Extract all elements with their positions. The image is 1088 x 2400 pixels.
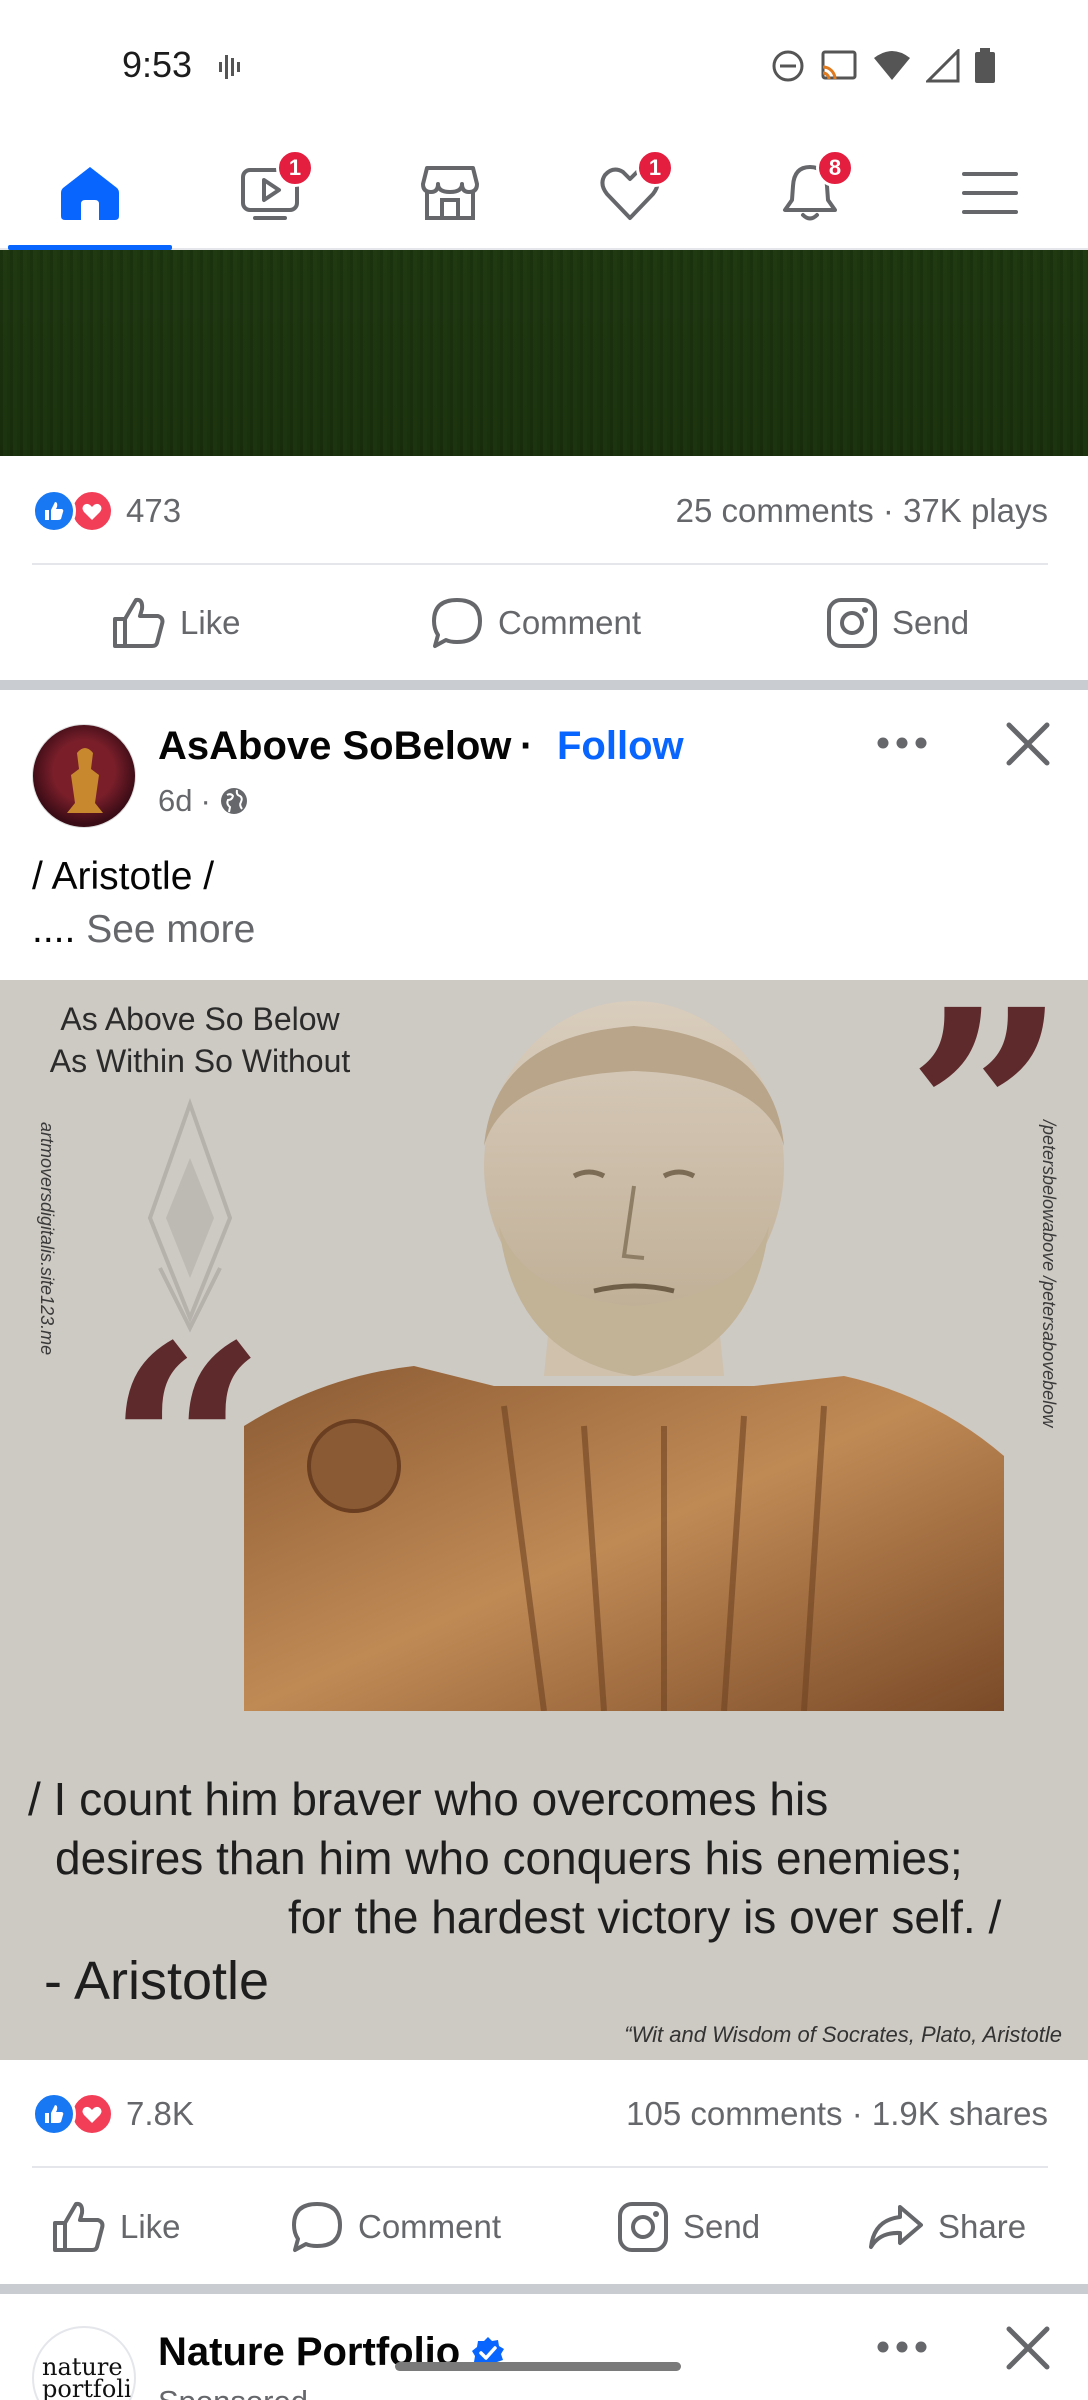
instagram-send-icon: [618, 2202, 668, 2252]
separator-dot: ·: [851, 2095, 872, 2132]
tab-menu[interactable]: [900, 135, 1080, 250]
home-icon: [61, 166, 119, 220]
close-icon: [1006, 2326, 1050, 2370]
share-label: Share: [938, 2208, 1027, 2245]
share-icon: [869, 2205, 923, 2249]
post3-subtitle: Sponsored: [158, 2384, 308, 2400]
reaction-icons[interactable]: [32, 489, 116, 533]
post-image[interactable]: As Above So Below As Within So Without a…: [0, 980, 1088, 2060]
post2-reactions-row: 7.8K 105 comments · 1.9K shares: [32, 2084, 1048, 2144]
more-dots-icon: [877, 2341, 927, 2353]
post-author-name[interactable]: AsAbove SoBelow: [158, 724, 511, 769]
author-avatar[interactable]: [32, 724, 136, 828]
tab-home[interactable]: [0, 135, 180, 250]
tab-marketplace[interactable]: [360, 135, 540, 250]
hamburger-menu-icon: [962, 171, 1018, 214]
see-more-link[interactable]: See more: [86, 908, 255, 951]
quote-line-2: desires than him who conquers his enemie…: [55, 1832, 963, 1884]
post1-like-button[interactable]: Like: [112, 568, 241, 678]
dnd-icon: [772, 50, 804, 82]
post2-share-button[interactable]: Share: [868, 2172, 1026, 2282]
comment-icon: [292, 2202, 342, 2252]
divider: [32, 2166, 1048, 2168]
like-reaction-icon: [32, 2092, 76, 2136]
post2-actions: Like Comment Send Share: [0, 2172, 1088, 2282]
status-icons: [770, 48, 996, 84]
love-reaction-icon: [70, 2092, 114, 2136]
post1-reactions-row: 473 25 comments · 37K plays: [32, 481, 1048, 541]
divider: [32, 563, 1048, 565]
post-time[interactable]: 6d: [158, 783, 192, 819]
quote-line-3: for the hardest victory is over self. /: [288, 1891, 1002, 1943]
quote-line-1: / I count him braver who overcomes his: [28, 1773, 829, 1825]
post1-reaction-count[interactable]: 473: [126, 492, 181, 530]
wifi-icon: [874, 51, 910, 80]
post2-comment-button[interactable]: Comment: [290, 2172, 501, 2282]
quote-source: “Wit and Wisdom of Socrates, Plato, Aris…: [624, 2022, 1062, 2047]
instagram-send-icon: [827, 598, 877, 648]
separator-dot: ·: [520, 724, 534, 768]
see-more-line: .... See more: [32, 908, 255, 952]
like-label: Like: [120, 2208, 181, 2245]
like-icon: [113, 597, 165, 648]
nature-portfolio-avatar[interactable]: nature portfolio: [32, 2326, 136, 2400]
comment-label: Comment: [498, 604, 642, 641]
post1-actions: Like Comment Send: [0, 568, 1088, 678]
cast-icon: [821, 50, 857, 80]
quote-attribution: - Aristotle: [44, 1951, 270, 2011]
globe-icon: [220, 788, 247, 814]
vibrate-icon: [219, 55, 240, 79]
close-icon: [1006, 722, 1050, 766]
top-nav-bar: 1 1 8: [0, 135, 1088, 250]
status-time: 9:53: [122, 44, 193, 85]
tab-video[interactable]: 1: [180, 135, 360, 250]
like-reaction-icon: [32, 489, 76, 533]
post-options-button[interactable]: [872, 718, 932, 768]
post1-plays-count: 37K plays: [903, 492, 1048, 529]
opening-quote-mark: “: [106, 1285, 268, 1614]
post1-send-button[interactable]: Send: [826, 568, 969, 678]
post1-comment-button[interactable]: Comment: [430, 568, 641, 678]
post2-comments-count[interactable]: 105 comments: [626, 2095, 842, 2132]
video-thumbnail[interactable]: [0, 250, 1088, 456]
post-separator: [0, 680, 1088, 690]
send-label: Send: [683, 2208, 761, 2245]
post-caption: / Aristotle /: [32, 855, 215, 898]
aristotle-bust-image: [244, 1001, 1004, 1711]
image-website-text: artmoversdigitalis.site123.me: [37, 1122, 57, 1356]
post-meta: 6d ·: [158, 783, 249, 819]
post1-comments-count[interactable]: 25 comments: [676, 492, 874, 529]
hide-post-button[interactable]: [998, 714, 1058, 774]
signal-icon: [926, 49, 960, 83]
comment-label: Comment: [358, 2208, 502, 2245]
reaction-icons[interactable]: [32, 2092, 116, 2136]
send-label: Send: [892, 604, 970, 641]
follow-button[interactable]: Follow: [557, 724, 684, 769]
like-label: Like: [180, 604, 241, 641]
post2-send-button[interactable]: Send: [617, 2172, 760, 2282]
battery-icon: [975, 48, 995, 83]
home-indicator[interactable]: [395, 2362, 681, 2371]
marketplace-icon: [421, 165, 479, 220]
post-separator: [0, 2284, 1088, 2294]
video-badge: 1: [276, 149, 314, 187]
dating-badge: 1: [636, 149, 674, 187]
more-dots-icon: [877, 737, 927, 749]
caption-ellipsis: ....: [32, 908, 76, 951]
post3-hide-button[interactable]: [998, 2318, 1058, 2378]
post2-reaction-count[interactable]: 7.8K: [126, 2095, 194, 2133]
tab-notifications[interactable]: 8: [720, 135, 900, 250]
post2-like-button[interactable]: Like: [52, 2172, 181, 2282]
separator-dot: ·: [882, 492, 904, 529]
tab-dating[interactable]: 1: [540, 135, 720, 250]
status-bar: 9:53: [0, 0, 1088, 135]
post3-options-button[interactable]: [872, 2322, 932, 2372]
love-reaction-icon: [70, 489, 114, 533]
avatar-text-line2: portfolio: [42, 2375, 136, 2400]
post2-shares-count[interactable]: 1.9K shares: [872, 2095, 1048, 2132]
comment-icon: [432, 598, 482, 648]
notifications-badge: 8: [816, 149, 854, 187]
like-icon: [53, 2201, 105, 2252]
